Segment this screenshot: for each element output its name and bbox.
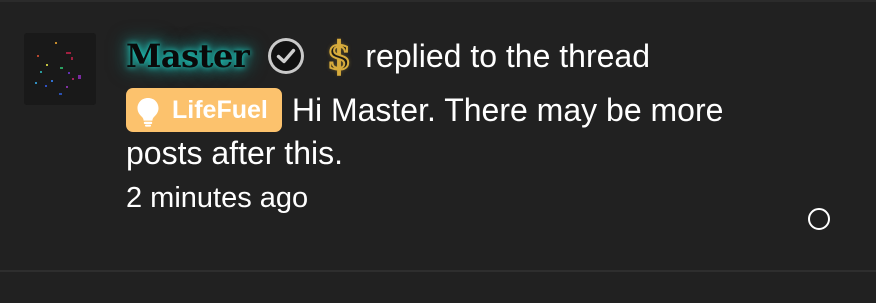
avatar[interactable]: [24, 33, 96, 105]
lifefuel-badge: LifeFuel: [126, 88, 282, 132]
notification-message[interactable]: LifeFuel Hi Master. There may be more po…: [126, 88, 786, 174]
action-text: replied to the thread: [365, 37, 650, 74]
notification-content: Master $ replied to the thread LifeFuel …: [126, 30, 786, 215]
badge-label: LifeFuel: [172, 96, 268, 124]
timestamp: 2 minutes ago: [126, 182, 309, 214]
gold-dollar-icon: $: [326, 34, 352, 78]
notification-item[interactable]: Master $ replied to the thread LifeFuel …: [0, 2, 876, 270]
notification-header: Master $ replied to the thread: [126, 30, 786, 82]
unread-circle-icon[interactable]: [808, 208, 830, 230]
username-link[interactable]: Master: [126, 37, 250, 75]
bottom-divider: [0, 270, 876, 272]
avatar-pattern-icon: [24, 33, 96, 105]
verified-check-icon: [267, 37, 305, 75]
lightbulb-icon: [136, 95, 160, 127]
